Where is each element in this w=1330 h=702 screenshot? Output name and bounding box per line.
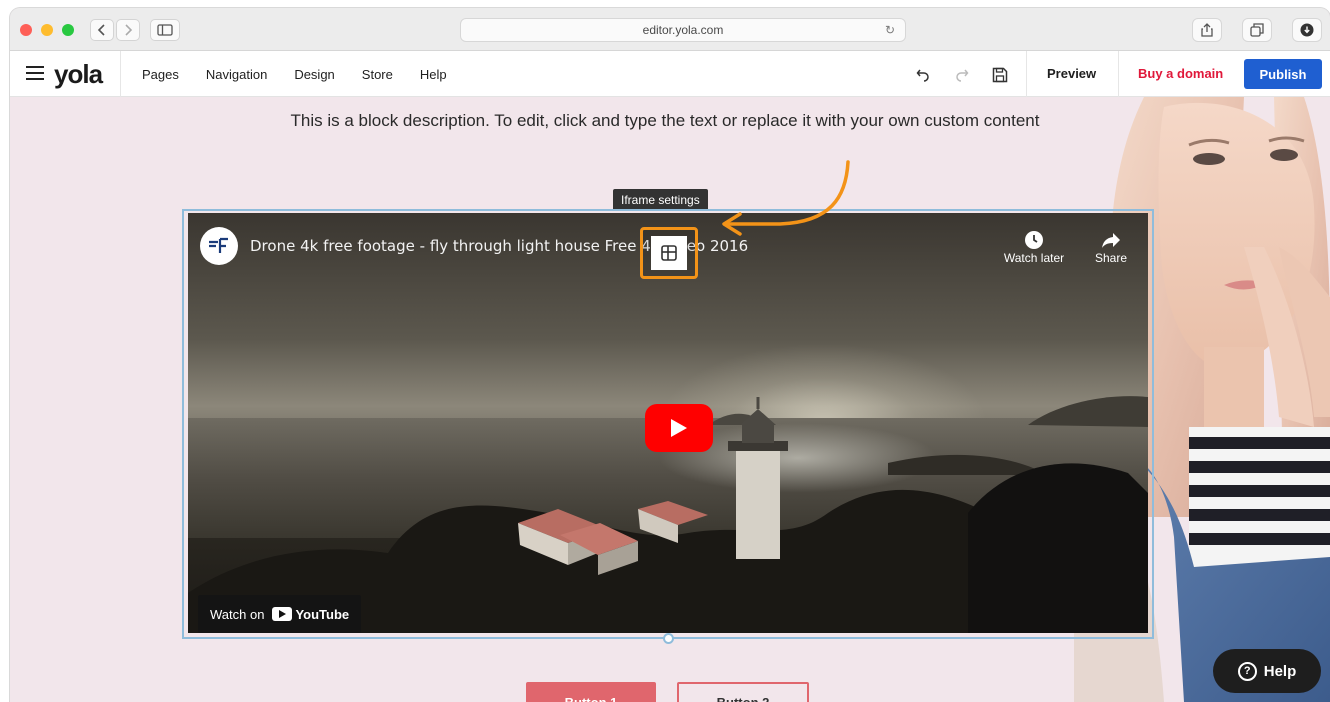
- hamburger-menu-icon[interactable]: [26, 66, 44, 80]
- menu-item-design[interactable]: Design: [294, 67, 334, 82]
- chevron-right-icon: [125, 24, 133, 36]
- share-icon: [1201, 23, 1213, 37]
- question-icon: ?: [1237, 661, 1257, 681]
- reload-icon[interactable]: ↻: [885, 23, 895, 37]
- annotation-arrow-icon: [722, 160, 850, 236]
- watch-on-label: Watch on: [210, 606, 265, 622]
- menu-item-pages[interactable]: Pages: [142, 67, 179, 82]
- tabs-overview-button[interactable]: [1242, 18, 1272, 42]
- play-icon: [671, 419, 687, 437]
- download-icon: [1300, 23, 1314, 37]
- watch-later-button[interactable]: Watch later: [996, 229, 1072, 265]
- toolbar-divider: [1026, 51, 1027, 97]
- layout-settings-icon: [661, 245, 677, 261]
- minimize-window-button[interactable]: [41, 24, 53, 36]
- tabs-icon: [1250, 23, 1264, 37]
- save-button[interactable]: [990, 65, 1010, 85]
- help-label: Help: [1263, 662, 1297, 680]
- zoom-window-button[interactable]: [62, 24, 74, 36]
- share-video-button[interactable]: Share: [1086, 229, 1136, 265]
- menu-item-store[interactable]: Store: [362, 67, 393, 82]
- preview-button[interactable]: Preview: [1047, 66, 1096, 81]
- resize-handle[interactable]: [663, 633, 674, 644]
- watch-on-youtube-button[interactable]: Watch on YouTube: [198, 595, 362, 633]
- editor-menu: Pages Navigation Design Store Help: [142, 51, 447, 97]
- channel-logo-icon: [209, 237, 228, 253]
- youtube-embed[interactable]: Drone 4k free footage - fly through ligh…: [188, 213, 1148, 633]
- button-2[interactable]: Button 2: [677, 682, 809, 702]
- share-arrow-icon: [1102, 233, 1120, 248]
- menu-item-help[interactable]: Help: [420, 67, 447, 82]
- back-button[interactable]: [90, 19, 114, 41]
- undo-icon: [916, 69, 929, 82]
- close-window-button[interactable]: [20, 24, 32, 36]
- downloads-button[interactable]: [1292, 18, 1322, 42]
- undo-button[interactable]: [913, 65, 933, 85]
- sidebar-toggle-button[interactable]: [150, 19, 180, 41]
- block-description[interactable]: This is a block description. To edit, cl…: [280, 104, 1050, 137]
- browser-window: editor.yola.com ↻ yola Pages Navigation …: [10, 8, 1330, 702]
- channel-avatar[interactable]: [200, 227, 238, 265]
- browser-chrome: editor.yola.com ↻: [10, 8, 1330, 51]
- yola-logo: yola: [54, 59, 103, 89]
- youtube-play-icon: [272, 607, 293, 621]
- editor-toolbar: yola Pages Navigation Design Store Help …: [10, 51, 1330, 97]
- watch-later-label: Watch later: [1003, 251, 1065, 265]
- window-controls: [20, 24, 74, 36]
- address-bar[interactable]: editor.yola.com ↻: [460, 18, 906, 42]
- toolbar-divider: [120, 51, 121, 97]
- toolbar-divider: [1118, 51, 1119, 97]
- url-text: editor.yola.com: [642, 23, 724, 37]
- menu-item-navigation[interactable]: Navigation: [206, 67, 267, 82]
- redo-icon: [956, 69, 969, 82]
- publish-button[interactable]: Publish: [1244, 59, 1322, 89]
- play-button[interactable]: [645, 404, 713, 452]
- sidebar-icon: [157, 24, 173, 36]
- share-browser-button[interactable]: [1192, 18, 1222, 42]
- buy-domain-link[interactable]: Buy a domain: [1138, 66, 1223, 81]
- chevron-left-icon: [97, 24, 105, 36]
- clock-icon: [1025, 231, 1043, 249]
- button-1[interactable]: Button 1: [526, 682, 656, 702]
- youtube-wordmark: YouTube: [295, 606, 350, 622]
- iframe-settings-button-face: [651, 236, 687, 270]
- redo-button[interactable]: [952, 65, 972, 85]
- forward-button[interactable]: [116, 19, 140, 41]
- help-button[interactable]: ? Help: [1213, 649, 1321, 693]
- share-label: Share: [1094, 251, 1128, 265]
- save-icon: [992, 67, 1008, 83]
- youtube-logo: YouTube: [272, 607, 349, 622]
